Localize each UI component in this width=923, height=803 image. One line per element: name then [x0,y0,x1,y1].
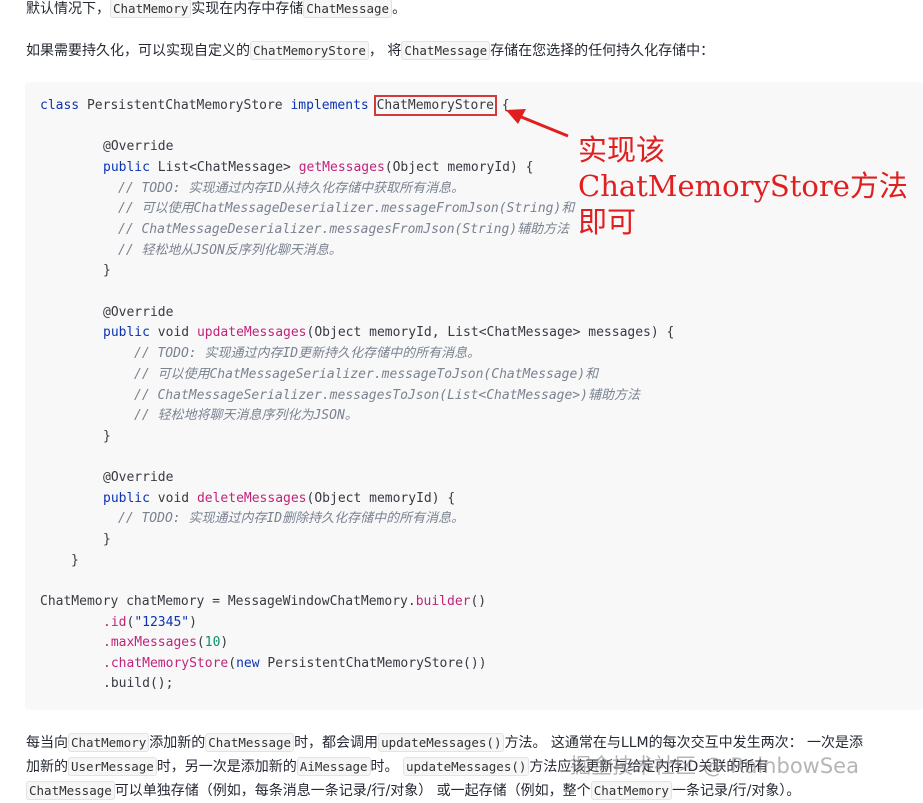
inline-code: ChatMessage [303,0,393,18]
code-comment: // TODO: 实现通过内存ID从持久化存储中获取所有消息。 [118,181,465,196]
code-line: ChatMemory chatMemory = MessageWindowCha… [40,594,487,609]
annotation-arrow-icon [506,109,569,138]
code-line: } [103,429,111,444]
code-line: .maxMessages(10) [103,635,229,650]
intro-paragraph-1: 默认情况下， ChatMemory 实现在内存中存储 ChatMessage。 [26,0,407,18]
inline-code: ChatMessage [26,781,115,800]
code-comment: // 轻松地从JSON反序列化聊天消息。 [118,243,342,258]
code-comment: // 可以使用ChatMessageSerializer.messageToJs… [134,367,599,382]
code-line: } [103,532,111,547]
code-comment: // TODO: 实现通过内存ID更新持久化存储中的所有消息。 [134,346,481,361]
outro-line-3: ChatMessage 可以单独存储（例如，每条消息一条记录/行/对象） 或一起存… [26,779,800,803]
code-line: @Override [103,305,174,320]
code-comment: // ChatMessageDeserializer.messagesFromJ… [118,222,570,237]
code-line: public void deleteMessages(Object memory… [103,491,456,506]
inline-code: updateMessages() [402,757,530,776]
inline-code: UserMessage [68,757,157,776]
highlighted-interface-name: ChatMemoryStore [373,95,497,116]
inline-code: ChatMemory [590,781,672,800]
code-comment: // TODO: 实现通过内存ID删除持久化存储中的所有消息。 [118,511,465,526]
code-comment: // ChatMessageSerializer.messagesToJson(… [134,388,640,403]
code-comment: // 轻松地将聊天消息序列化为JSON。 [134,408,358,423]
code-line: } [71,553,79,568]
code-line: public void updateMessages(Object memory… [103,325,675,340]
inline-code: ChatMessage [401,41,491,60]
annotation-text: 实现该 ChatMemoryStore方法 即可 [578,133,908,239]
code-line: .id("12345") [103,615,197,630]
code-line: @Override [103,470,174,485]
code-line: .build(); [103,676,174,691]
code-line: } [103,263,111,278]
inline-code: AiMessage [296,757,371,776]
code-line: @Override [103,139,174,154]
intro-paragraph-2: 如果需要持久化，可以实现自定义的 ChatMemoryStore， 将 ChatMe… [26,41,715,60]
watermark: 掘金技术社区 @ RainbowSea [570,754,859,778]
code-comment: // 可以使用ChatMessageDeserializer.messageFr… [118,201,575,216]
inline-code: ChatMemory [68,733,150,752]
inline-code: ChatMessage [205,733,295,752]
inline-code: ChatMemory [110,0,192,18]
inline-code: ChatMemoryStore [250,41,369,60]
code-line: class PersistentChatMemoryStore implemen… [40,95,510,116]
code-line: public List<ChatMessage> getMessages(Obj… [103,160,534,175]
inline-code: updateMessages() [378,733,505,752]
code-line: .chatMemoryStore(new PersistentChatMemor… [103,656,487,671]
